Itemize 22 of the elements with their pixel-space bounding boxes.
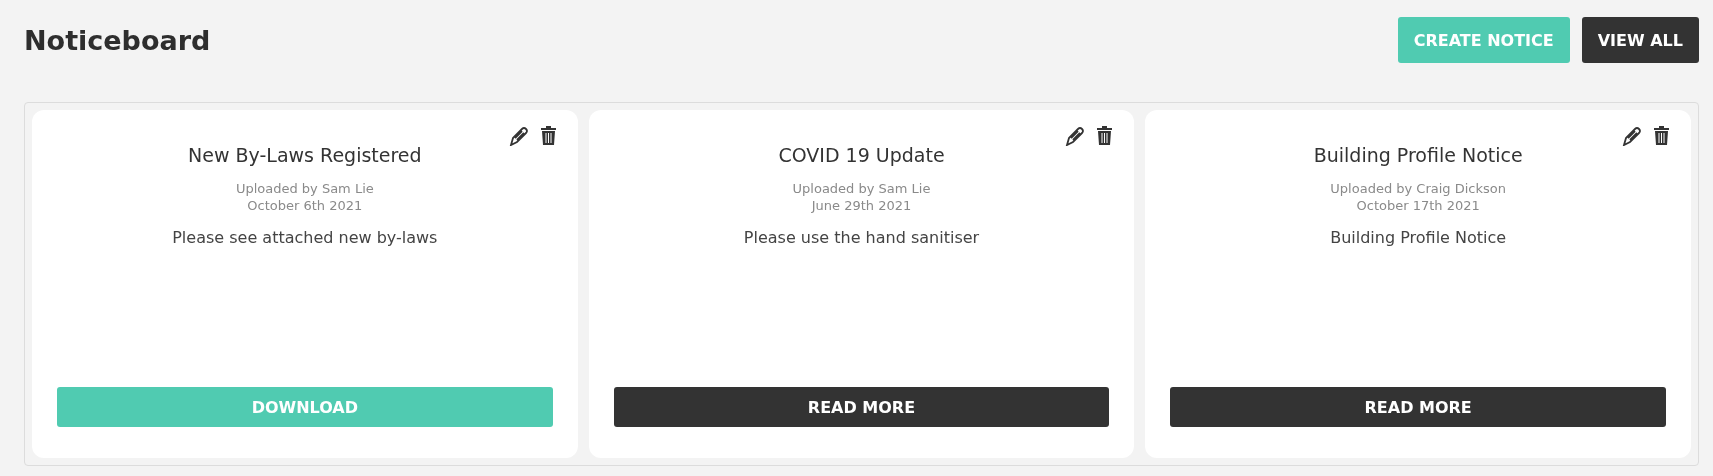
- notice-date: June 29th 2021: [810, 197, 913, 214]
- read-more-button[interactable]: READ MORE: [613, 387, 1110, 427]
- header-button[interactable]: VIEW ALL: [1581, 17, 1699, 63]
- notice-date: October 6th 2021: [246, 197, 364, 214]
- read-more-button[interactable]: READ MORE: [1170, 387, 1666, 427]
- notice-author: Uploaded by Sam Lie: [792, 180, 931, 197]
- notice-title: COVID 19 Update: [778, 144, 945, 166]
- pen-icon[interactable]: [1065, 126, 1086, 146]
- notice-author: Uploaded by Craig Dickson: [1330, 180, 1506, 197]
- notice-title: New By-Laws Registered: [188, 144, 422, 166]
- notice-date: October 17th 2021: [1355, 197, 1481, 214]
- notice-author: Uploaded by Sam Lie: [235, 180, 374, 197]
- pen-icon[interactable]: [1622, 126, 1642, 146]
- notice-title: Building Profile Notice: [1313, 144, 1523, 166]
- notice-body: Building Profile Notice: [1330, 228, 1507, 247]
- trash-icon[interactable]: [1097, 126, 1113, 145]
- notice-body: Please see attached new by-laws: [172, 228, 438, 247]
- trash-icon[interactable]: [540, 126, 556, 145]
- page-title: Noticeboard: [24, 24, 211, 56]
- trash-icon[interactable]: [1654, 126, 1669, 145]
- pen-icon[interactable]: [508, 126, 529, 146]
- notice-body: Please use the hand sanitiser: [743, 228, 980, 247]
